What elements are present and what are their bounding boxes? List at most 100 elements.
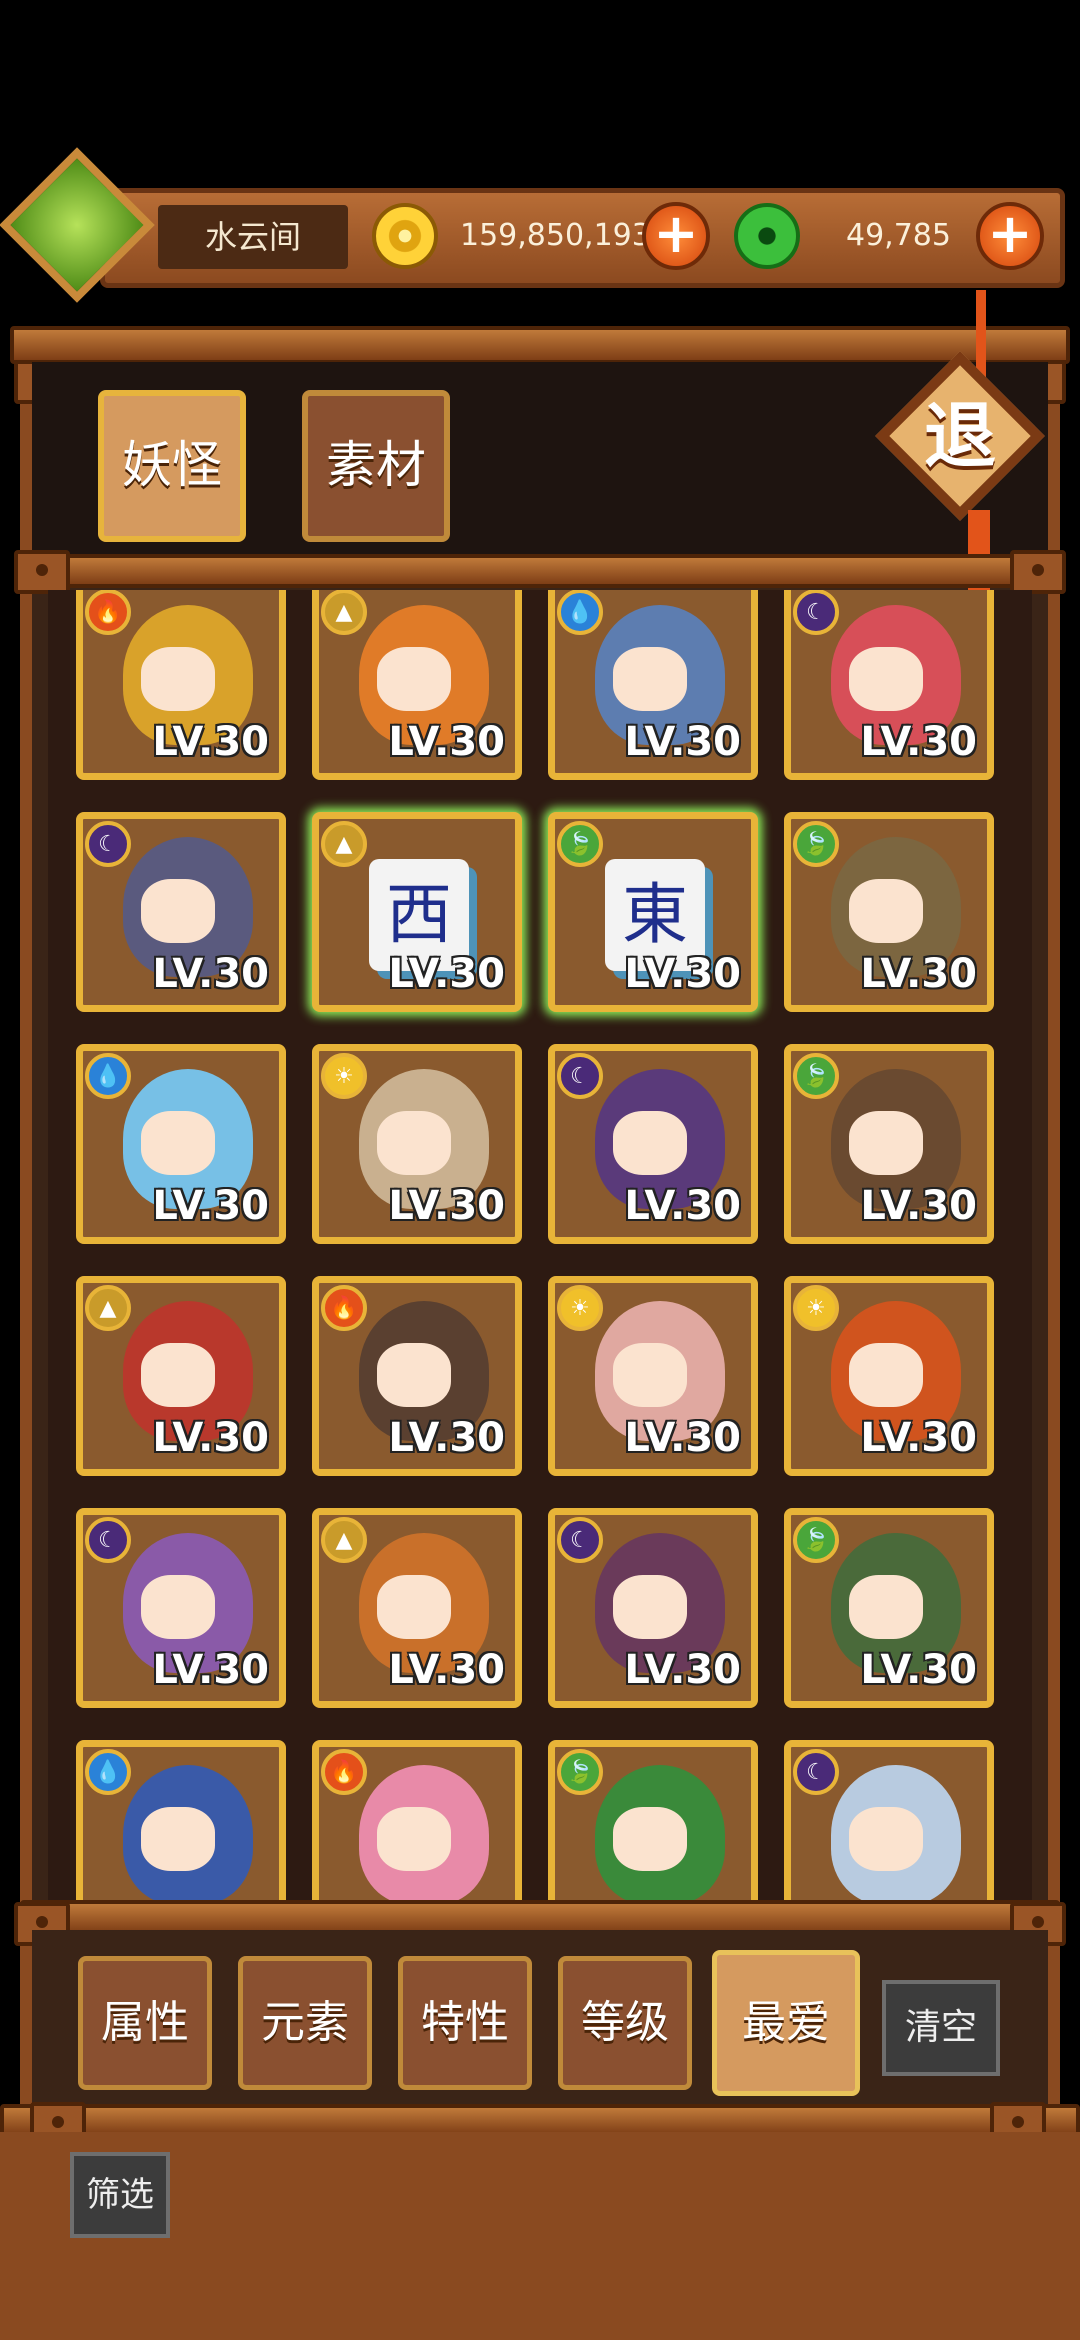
yokai-card[interactable]: 🔥 LV.30 bbox=[76, 590, 286, 780]
water-element-icon: 💧 bbox=[85, 1749, 131, 1795]
yokai-face bbox=[377, 1343, 451, 1407]
level-label: LV.30 bbox=[624, 1183, 741, 1229]
filter-element-button[interactable]: 元素 bbox=[238, 1956, 372, 2090]
level-label: LV.30 bbox=[152, 951, 269, 997]
wood-element-icon: 🍃 bbox=[793, 1517, 839, 1563]
yokai-card[interactable]: 🍃 LV.30 bbox=[784, 812, 994, 1012]
earth-element-icon: ▲ bbox=[85, 1285, 131, 1331]
tab-materials[interactable]: 素材 bbox=[302, 390, 450, 542]
yokai-face bbox=[849, 1111, 923, 1175]
yokai-card[interactable]: 🍃 LV.30 bbox=[784, 1044, 994, 1244]
yokai-card[interactable]: ▲ LV.30 bbox=[76, 1276, 286, 1476]
dark-element-icon: ☾ bbox=[85, 821, 131, 867]
jade-coin-icon bbox=[734, 203, 800, 269]
yokai-card[interactable]: ▲ LV.30 bbox=[312, 590, 522, 780]
yokai-face bbox=[141, 1575, 215, 1639]
fire-element-icon: 🔥 bbox=[321, 1749, 367, 1795]
level-label: LV.30 bbox=[624, 951, 741, 997]
wood-element-icon: 🍃 bbox=[793, 1053, 839, 1099]
yokai-card[interactable]: 🔥 bbox=[312, 1740, 522, 1900]
level-label: LV.30 bbox=[152, 719, 269, 765]
yokai-face bbox=[849, 1807, 923, 1871]
yokai-face bbox=[613, 1343, 687, 1407]
filter-button[interactable]: 筛选 bbox=[70, 2152, 170, 2238]
yokai-card[interactable]: ☾ LV.30 bbox=[784, 590, 994, 780]
yokai-face bbox=[613, 1575, 687, 1639]
yokai-face bbox=[141, 879, 215, 943]
yokai-card[interactable]: 🔥 LV.30 bbox=[312, 1276, 522, 1476]
level-label: LV.30 bbox=[860, 1415, 977, 1461]
top-beam bbox=[10, 326, 1070, 364]
yokai-card[interactable]: ☾ LV.30 bbox=[76, 812, 286, 1012]
clear-button[interactable]: 清空 bbox=[882, 1980, 1000, 2076]
username: 水云间 bbox=[158, 205, 348, 269]
yokai-card[interactable]: 西 ▲ LV.30 bbox=[312, 812, 522, 1012]
yokai-face bbox=[849, 647, 923, 711]
level-label: LV.30 bbox=[388, 951, 505, 997]
level-label: LV.30 bbox=[388, 1415, 505, 1461]
filter-trait-button[interactable]: 特性 bbox=[398, 1956, 532, 2090]
light-element-icon: ☀ bbox=[321, 1053, 367, 1099]
filter-favorite-button[interactable]: 最爱 bbox=[712, 1950, 860, 2096]
yokai-grid[interactable]: 🔥 LV.30 ▲ LV.30 💧 LV.30 ☾ LV.30 ☾ LV.30 西 ▲ LV.30 東 🍃 L… bbox=[48, 590, 1032, 1900]
wood-element-icon: 🍃 bbox=[793, 821, 839, 867]
level-label: LV.30 bbox=[624, 1647, 741, 1693]
add-jade-button[interactable]: + bbox=[976, 202, 1044, 270]
yokai-face bbox=[141, 1343, 215, 1407]
yokai-face bbox=[849, 1343, 923, 1407]
yokai-card[interactable]: 🍃 bbox=[548, 1740, 758, 1900]
yokai-card[interactable]: ☾ LV.30 bbox=[548, 1508, 758, 1708]
yokai-card[interactable]: 🍃 LV.30 bbox=[784, 1508, 994, 1708]
wood-element-icon: 🍃 bbox=[557, 821, 603, 867]
water-element-icon: 💧 bbox=[557, 590, 603, 635]
yokai-face bbox=[141, 1807, 215, 1871]
middle-beam bbox=[20, 554, 1060, 588]
level-label: LV.30 bbox=[860, 1647, 977, 1693]
yokai-card[interactable]: ☀ LV.30 bbox=[548, 1276, 758, 1476]
yokai-face bbox=[849, 879, 923, 943]
tab-yokai[interactable]: 妖怪 bbox=[98, 390, 246, 542]
yokai-card[interactable]: ▲ LV.30 bbox=[312, 1508, 522, 1708]
level-label: LV.30 bbox=[152, 1183, 269, 1229]
exit-label[interactable]: 退 bbox=[900, 376, 1020, 496]
yokai-card[interactable]: 💧 LV.30 bbox=[76, 1044, 286, 1244]
level-label: LV.30 bbox=[388, 1183, 505, 1229]
yokai-card[interactable]: ☀ LV.30 bbox=[312, 1044, 522, 1244]
level-label: LV.30 bbox=[860, 1183, 977, 1229]
beam-cap bbox=[1010, 550, 1066, 594]
level-label: LV.30 bbox=[624, 719, 741, 765]
yokai-card[interactable]: 💧 LV.30 bbox=[548, 590, 758, 780]
yokai-face bbox=[377, 1111, 451, 1175]
dark-element-icon: ☾ bbox=[793, 590, 839, 635]
yokai-face bbox=[613, 1807, 687, 1871]
yokai-face bbox=[377, 1575, 451, 1639]
dark-element-icon: ☾ bbox=[85, 1517, 131, 1563]
earth-element-icon: ▲ bbox=[321, 821, 367, 867]
yokai-card[interactable]: ☀ LV.30 bbox=[784, 1276, 994, 1476]
filter-attribute-button[interactable]: 属性 bbox=[78, 1956, 212, 2090]
wood-element-icon: 🍃 bbox=[557, 1749, 603, 1795]
dark-element-icon: ☾ bbox=[557, 1517, 603, 1563]
yokai-card[interactable]: ☾ LV.30 bbox=[76, 1508, 286, 1708]
earth-element-icon: ▲ bbox=[321, 590, 367, 635]
yokai-card[interactable]: ☾ LV.30 bbox=[548, 1044, 758, 1244]
gold-coin-icon bbox=[372, 203, 438, 269]
water-element-icon: 💧 bbox=[85, 1053, 131, 1099]
level-label: LV.30 bbox=[388, 719, 505, 765]
yokai-card[interactable]: 東 🍃 LV.30 bbox=[548, 812, 758, 1012]
dark-element-icon: ☾ bbox=[557, 1053, 603, 1099]
level-label: LV.30 bbox=[388, 1647, 505, 1693]
level-label: LV.30 bbox=[152, 1647, 269, 1693]
yokai-face bbox=[613, 647, 687, 711]
yokai-card[interactable]: 💧 bbox=[76, 1740, 286, 1900]
add-gold-button[interactable]: + bbox=[642, 202, 710, 270]
level-label: LV.30 bbox=[152, 1415, 269, 1461]
yokai-card[interactable]: ☾ bbox=[784, 1740, 994, 1900]
fire-element-icon: 🔥 bbox=[85, 590, 131, 635]
level-label: LV.30 bbox=[860, 951, 977, 997]
earth-element-icon: ▲ bbox=[321, 1517, 367, 1563]
dark-element-icon: ☾ bbox=[793, 1749, 839, 1795]
jade-amount: 49,785 bbox=[846, 218, 951, 253]
level-label: LV.30 bbox=[624, 1415, 741, 1461]
filter-level-button[interactable]: 等级 bbox=[558, 1956, 692, 2090]
